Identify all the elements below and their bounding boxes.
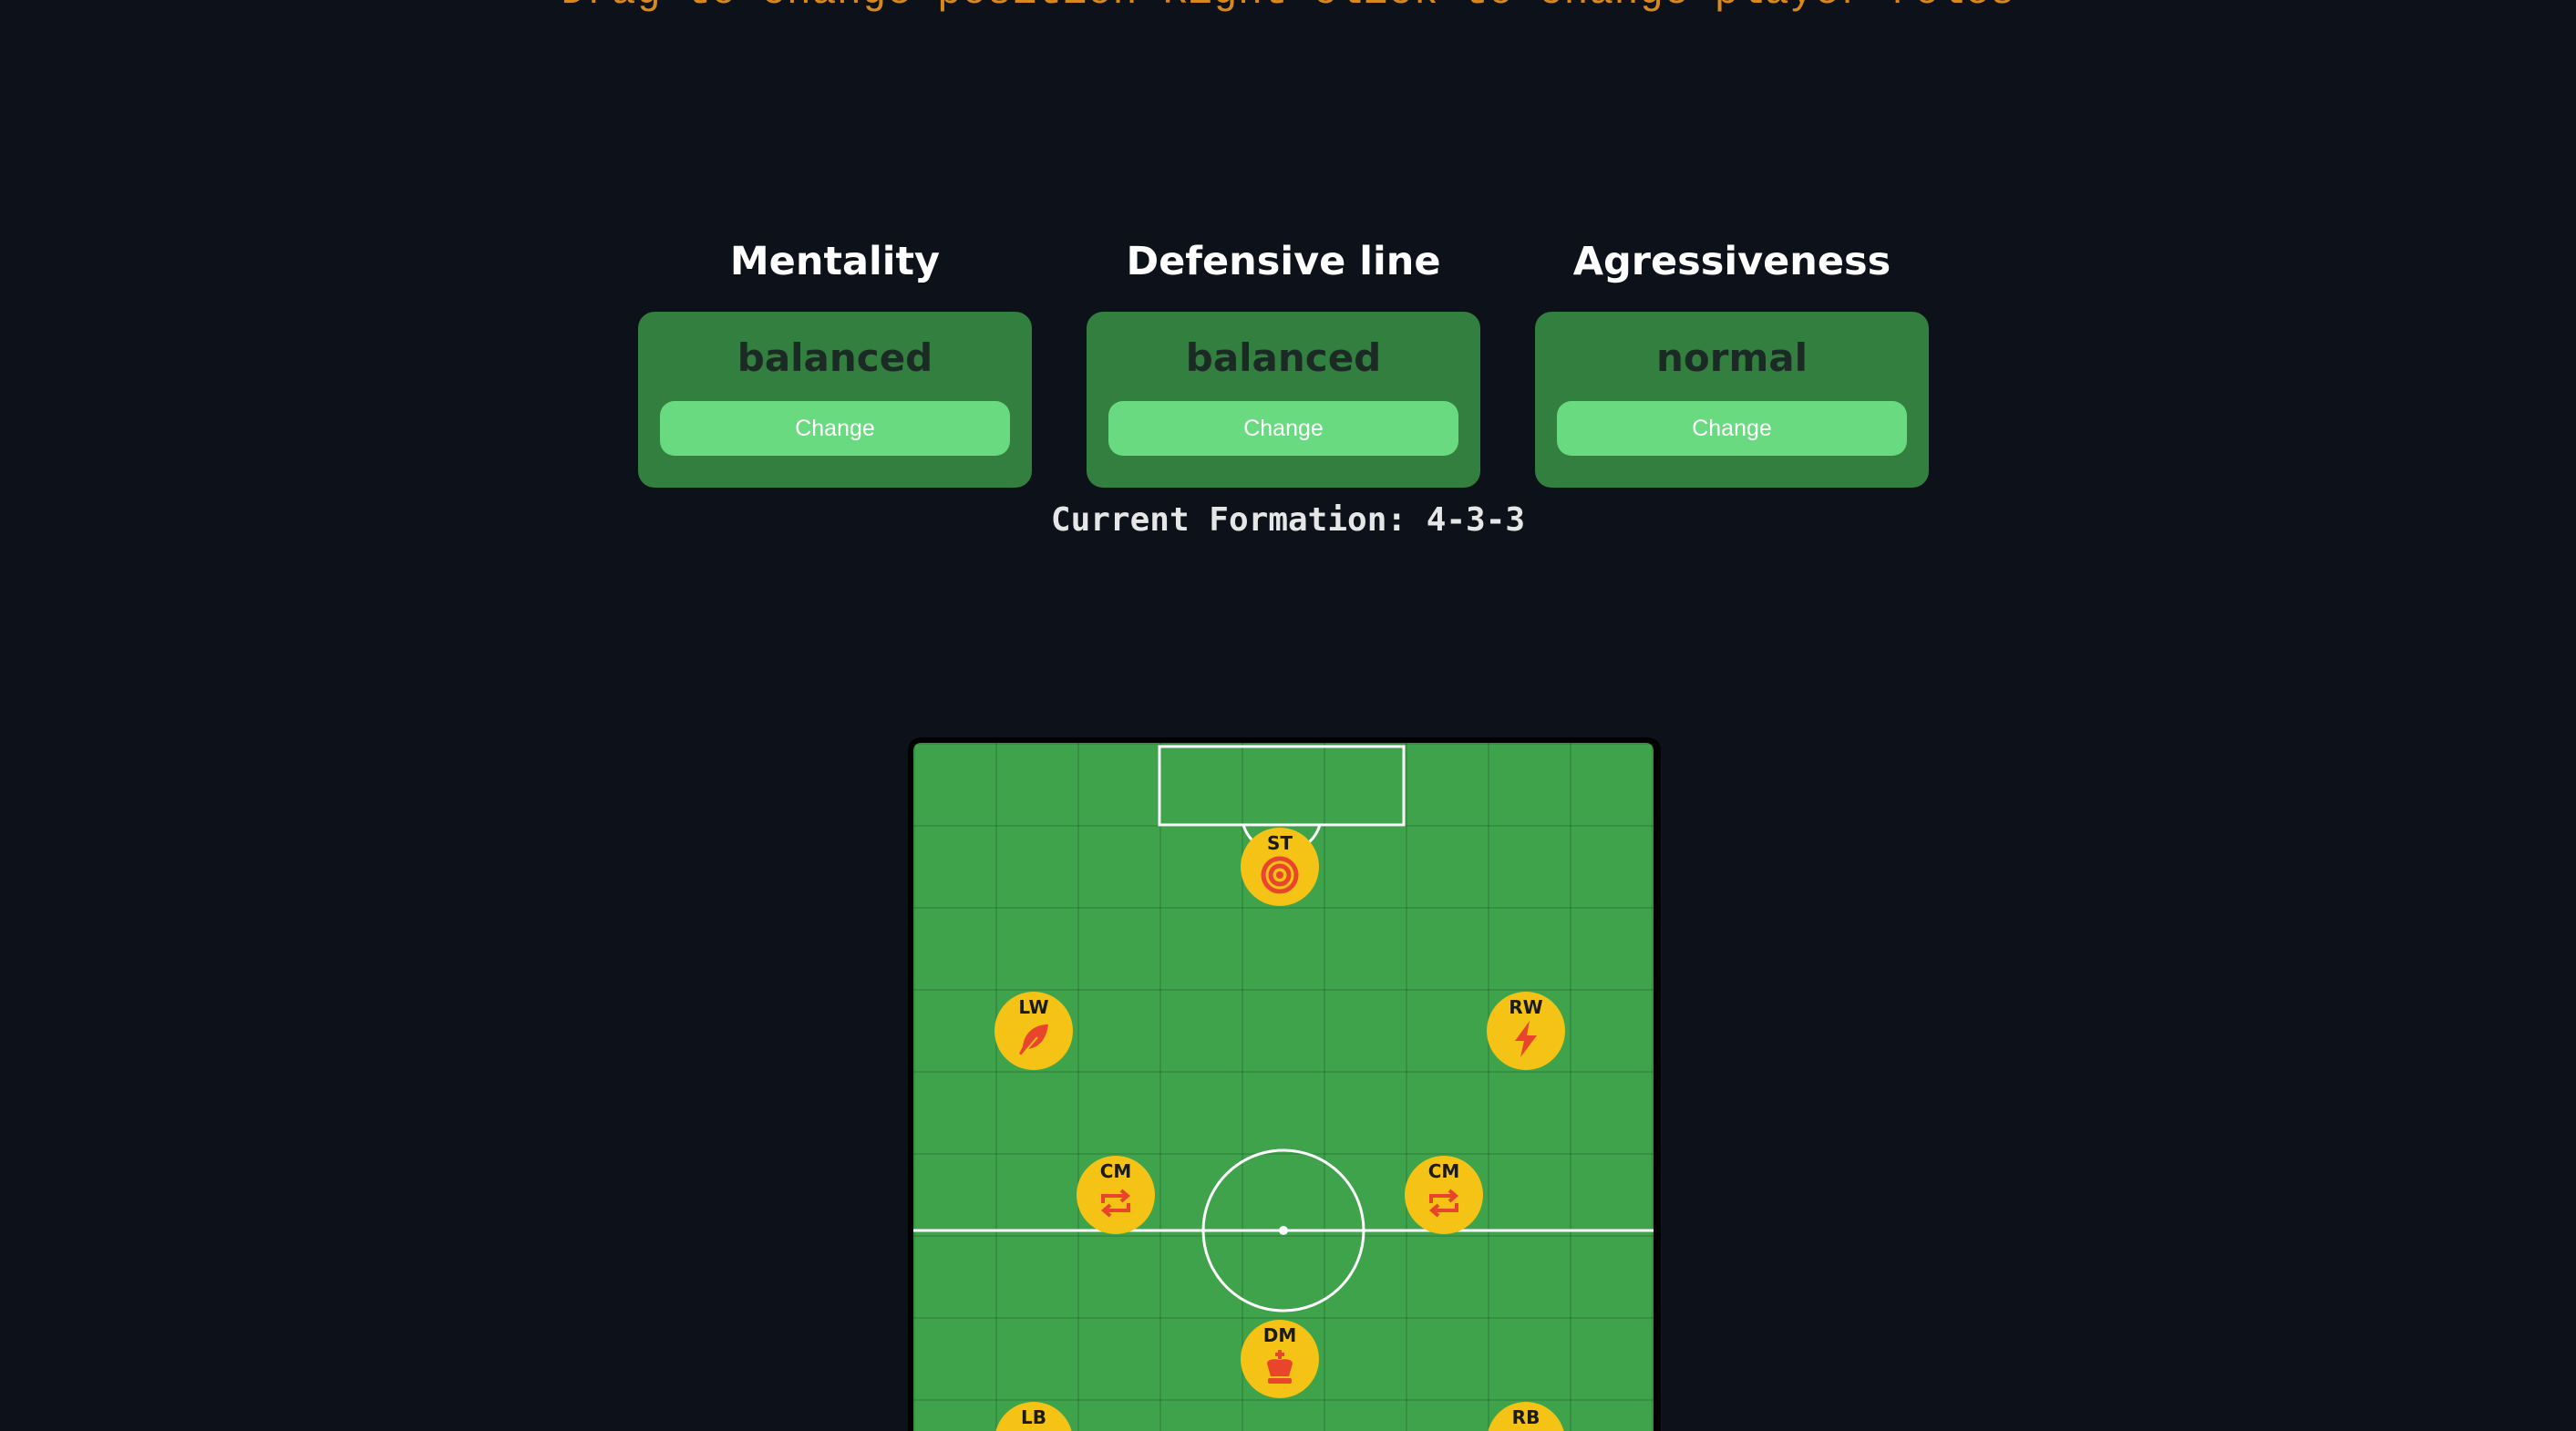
mentality-card: balanced Change	[638, 312, 1032, 488]
player-st[interactable]: ST	[1241, 828, 1319, 906]
player-position-label: RB	[1511, 1406, 1540, 1428]
lightning-icon	[1515, 1021, 1537, 1057]
player-position-label: LW	[1018, 996, 1049, 1018]
player-cm-right[interactable]: CM	[1405, 1156, 1483, 1234]
current-formation-label: Current Formation: 4-3-3	[1050, 501, 1526, 539]
player-position-label: CM	[1427, 1160, 1460, 1182]
repeat-arrows-icon	[1428, 1189, 1459, 1218]
player-position-label: CM	[1099, 1160, 1132, 1182]
aggressiveness-card: normal Change	[1535, 312, 1929, 488]
aggressiveness-title: Agressiveness	[1572, 239, 1891, 284]
defensive-line-panel: Defensive line balanced Change	[1087, 235, 1480, 488]
player-rw[interactable]: RW	[1487, 992, 1565, 1070]
player-position-label: ST	[1266, 832, 1293, 854]
target-icon	[1261, 856, 1299, 894]
mentality-panel: Mentality balanced Change	[638, 235, 1032, 488]
player-dm[interactable]: DM	[1241, 1320, 1319, 1398]
defensive-line-value: balanced	[1185, 335, 1382, 380]
defensive-line-card: balanced Change	[1087, 312, 1480, 488]
feather-icon	[1019, 1024, 1048, 1056]
aggressiveness-value: normal	[1656, 335, 1808, 380]
football-pitch[interactable]: ST LW RW CM CM DM LB RB	[913, 743, 1654, 1431]
player-position-label: DM	[1262, 1324, 1297, 1346]
player-position-label: LB	[1021, 1406, 1046, 1428]
center-spot	[1279, 1226, 1288, 1235]
aggressiveness-panel: Agressiveness normal Change	[1535, 235, 1929, 488]
repeat-arrows-icon	[1100, 1189, 1131, 1218]
player-lw[interactable]: LW	[994, 992, 1073, 1070]
mentality-value: balanced	[737, 335, 933, 380]
defensive-line-change-button[interactable]: Change	[1108, 401, 1458, 456]
penalty-box	[1158, 745, 1406, 827]
defensive-line-title: Defensive line	[1126, 239, 1441, 284]
aggressiveness-change-button[interactable]: Change	[1557, 401, 1907, 456]
player-position-label: RW	[1509, 996, 1543, 1018]
instructions-text: Drag to change position Right click to c…	[0, 0, 2576, 15]
mentality-change-button[interactable]: Change	[660, 401, 1010, 456]
player-cm-left[interactable]: CM	[1077, 1156, 1155, 1234]
chess-king-icon	[1267, 1350, 1293, 1384]
mentality-title: Mentality	[729, 239, 941, 284]
